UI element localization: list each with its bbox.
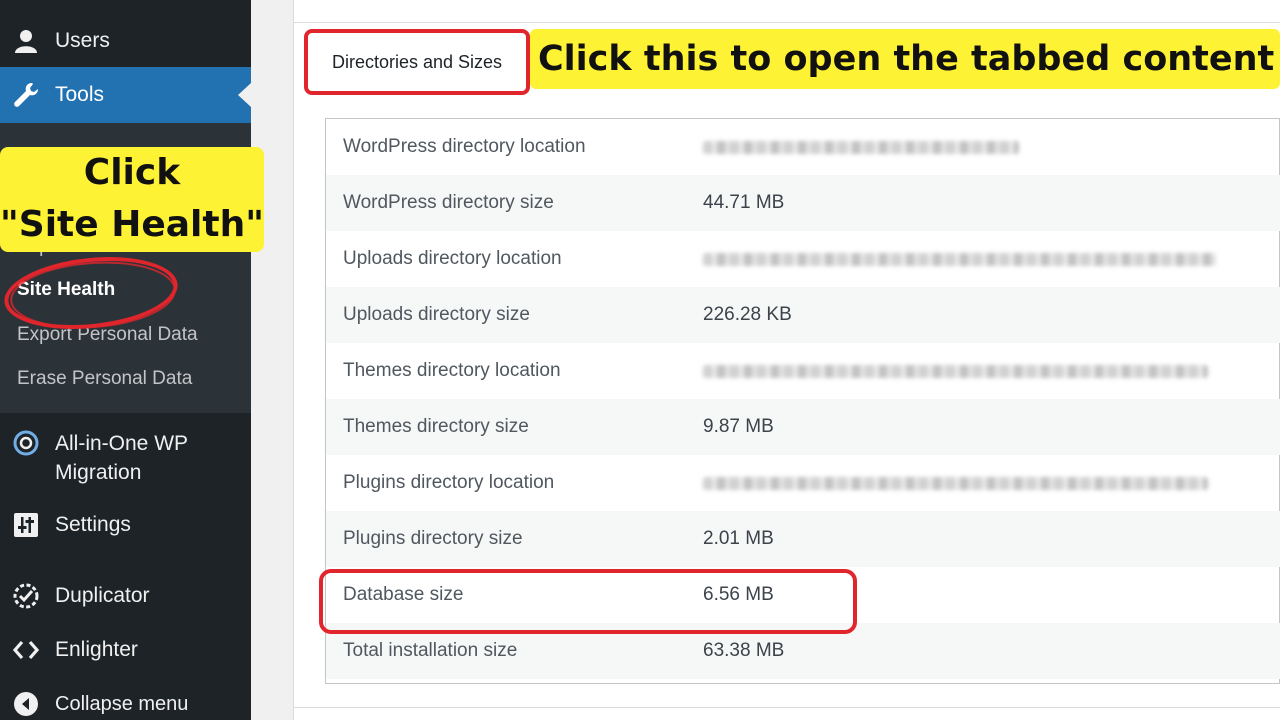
submenu-item-erase-personal-data[interactable]: Erase Personal Data [17,368,192,390]
row-label: WordPress directory location [343,136,586,157]
table-row: Uploads directory location [326,231,1280,287]
admin-sidebar: Users Tools Export Site Health Export Pe… [0,0,251,720]
annotation-click-site-health: Click "Site Health" [0,147,264,252]
wrench-icon [11,80,41,110]
row-value: 2.01 MB [703,528,774,549]
all-in-one-migration-icon [11,428,41,458]
duplicator-icon [11,581,41,611]
menu-label-all-in-one-wp-migration: All-in-One WP Migration [55,429,235,487]
row-label: Plugins directory location [343,472,555,493]
menu-label-duplicator: Duplicator [55,584,150,607]
table-row: Themes directory location [326,343,1280,399]
blurred-path [703,365,1208,378]
menu-label-enlighter: Enlighter [55,638,138,661]
collapse-arrow-icon [11,689,41,719]
aio-label-line1: All-in-One WP [55,432,189,455]
row-label: Themes directory location [343,360,561,381]
blurred-path [703,477,1208,490]
tab-directories-and-sizes[interactable]: Directories and Sizes [304,29,530,95]
menu-label-users: Users [55,29,110,52]
annotation-left-line2: "Site Health" [0,204,264,245]
table-row: Uploads directory size 226.28 KB [326,287,1280,343]
row-label: Plugins directory size [343,528,523,549]
panel-top-divider [294,22,1280,23]
table-row: WordPress directory size 44.71 MB [326,175,1280,231]
row-label: Uploads directory size [343,304,530,325]
table-row: Plugins directory size 2.01 MB [326,511,1280,567]
users-icon [11,26,41,56]
blurred-path [703,253,1216,266]
settings-sliders-icon [11,510,41,540]
menu-item-settings[interactable]: Settings [0,504,251,546]
submenu-item-export-personal-data[interactable]: Export Personal Data [17,324,198,346]
menu-item-tools[interactable]: Tools [0,67,251,123]
active-menu-pointer [238,83,251,107]
blurred-path [703,141,1019,154]
table-row: Themes directory size 9.87 MB [326,399,1280,455]
menu-label-tools: Tools [55,83,105,106]
row-value: 226.28 KB [703,304,792,325]
row-label: Total installation size [343,640,518,661]
menu-item-users[interactable]: Users [0,20,251,62]
collapse-menu-button[interactable]: Collapse menu [0,685,251,720]
menu-label-settings: Settings [55,513,131,536]
menu-item-all-in-one-wp-migration[interactable]: All-in-One WP Migration [0,424,251,490]
row-value: 9.87 MB [703,416,774,437]
annotation-left-line1: Click [83,152,181,193]
row-label: Uploads directory location [343,248,562,269]
row-label: Themes directory size [343,416,529,437]
row-value: 63.38 MB [703,640,785,661]
table-row: Plugins directory location [326,455,1280,511]
aio-label-line2: Migration [55,461,142,484]
row-value: 44.71 MB [703,192,785,213]
panel-bottom-divider [293,707,1280,708]
annotation-open-tabbed-content: Click this to open the tabbed content [530,29,1280,89]
menu-label-collapse: Collapse menu [55,692,189,715]
code-brackets-icon [11,635,41,665]
table-row: WordPress directory location [326,119,1280,175]
row-label: WordPress directory size [343,192,554,213]
menu-item-duplicator[interactable]: Duplicator [0,575,251,617]
highlight-ring-database-size [319,569,857,634]
menu-item-enlighter[interactable]: Enlighter [0,629,251,671]
